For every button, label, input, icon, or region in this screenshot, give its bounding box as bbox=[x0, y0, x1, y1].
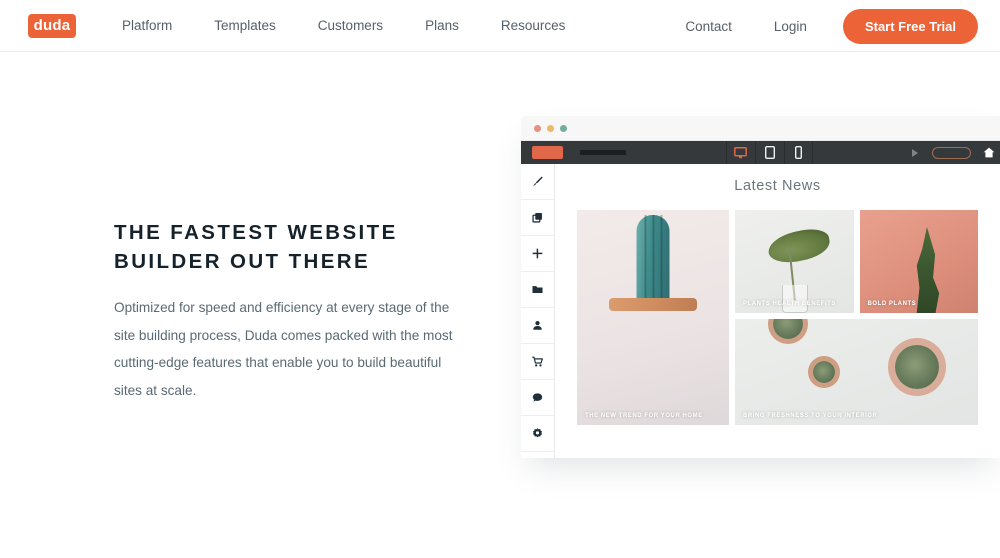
nav-item-contact[interactable]: Contact bbox=[685, 19, 732, 34]
glass-vase-shape bbox=[782, 285, 809, 313]
news-card-plants-health[interactable]: PLANTS HEALTH BENEFITS bbox=[735, 210, 854, 313]
terracotta-pot-shape bbox=[614, 307, 692, 391]
news-card-cactus[interactable]: THE NEW TREND FOR YOUR HOME bbox=[577, 210, 729, 425]
minimize-dot bbox=[547, 124, 554, 132]
page-title: THE FASTEST WEBSITE BUILDER OUT THERE bbox=[114, 221, 398, 274]
pages-layers-icon[interactable] bbox=[521, 200, 554, 236]
home-icon[interactable] bbox=[983, 147, 995, 158]
device-switcher bbox=[725, 141, 813, 164]
duda-logo[interactable]: duda bbox=[28, 13, 76, 38]
news-card-caption: PLANTS HEALTH BENEFITS bbox=[743, 301, 836, 307]
store-cart-icon[interactable] bbox=[521, 344, 554, 380]
start-free-trial-button[interactable]: Start Free Trial bbox=[842, 8, 978, 44]
design-brush-icon[interactable] bbox=[521, 164, 554, 200]
close-dot bbox=[534, 124, 541, 132]
toolbar-right-actions bbox=[912, 146, 1000, 159]
settings-gear-icon[interactable] bbox=[521, 416, 554, 452]
leaf-illustration bbox=[766, 225, 833, 266]
editor-body: Latest News THE NEW TREND FOR YOUR HOME … bbox=[521, 164, 1000, 458]
toolbar-site-name bbox=[580, 150, 626, 155]
cactus-body-shape bbox=[636, 215, 670, 307]
primary-nav: Platform Templates Customers Plans Resou… bbox=[122, 18, 607, 33]
succulent-illustration bbox=[773, 319, 803, 339]
news-grid-top-row: PLANTS HEALTH BENEFITS BOLD PLANTS bbox=[735, 210, 978, 313]
publish-button[interactable] bbox=[932, 146, 971, 159]
nav-item-resources[interactable]: Resources bbox=[501, 18, 566, 33]
members-person-icon[interactable] bbox=[521, 308, 554, 344]
maximize-dot bbox=[560, 124, 567, 132]
cactus-illustration bbox=[577, 210, 729, 425]
files-folder-icon[interactable] bbox=[521, 272, 554, 308]
succulent-illustration bbox=[813, 361, 835, 383]
cactus-rib bbox=[660, 215, 662, 307]
tablet-view-icon[interactable] bbox=[754, 141, 784, 164]
logo-text: duda bbox=[33, 17, 71, 34]
secondary-nav: Contact Login Start Free Trial bbox=[643, 0, 978, 52]
news-card-caption: THE NEW TREND FOR YOUR HOME bbox=[585, 413, 703, 419]
play-icon[interactable] bbox=[912, 148, 918, 157]
cactus-rib bbox=[652, 215, 654, 307]
news-card-caption: BRING FRESHNESS TO YOUR INTERIOR bbox=[743, 413, 878, 419]
news-grid-left-column: THE NEW TREND FOR YOUR HOME bbox=[577, 210, 729, 425]
nav-item-login[interactable]: Login bbox=[774, 19, 807, 34]
desktop-view-icon[interactable] bbox=[725, 141, 755, 164]
site-header: duda Platform Templates Customers Plans … bbox=[0, 0, 1000, 52]
nav-item-templates[interactable]: Templates bbox=[214, 18, 276, 33]
cactus-rib bbox=[644, 215, 646, 307]
editor-sidebar bbox=[521, 164, 555, 458]
latest-news-heading: Latest News bbox=[734, 178, 821, 194]
nav-item-plans[interactable]: Plans bbox=[425, 18, 459, 33]
succulent-illustration bbox=[895, 345, 939, 389]
news-grid-right-column: PLANTS HEALTH BENEFITS BOLD PLANTS BRING… bbox=[735, 210, 978, 425]
hero-description: Optimized for speed and efficiency at ev… bbox=[114, 300, 453, 398]
editor-toolbar bbox=[521, 141, 1000, 164]
editor-mockup: Latest News THE NEW TREND FOR YOUR HOME … bbox=[521, 116, 1000, 458]
news-card-bold-plants[interactable]: BOLD PLANTS bbox=[859, 210, 978, 313]
nav-item-customers[interactable]: Customers bbox=[318, 18, 383, 33]
news-grid: THE NEW TREND FOR YOUR HOME PLANTS HEALT… bbox=[577, 210, 978, 425]
toolbar-brand-button[interactable] bbox=[532, 146, 563, 159]
add-plus-icon[interactable] bbox=[521, 236, 554, 272]
nav-item-platform[interactable]: Platform bbox=[122, 18, 172, 33]
news-card-caption: BOLD PLANTS bbox=[867, 301, 917, 307]
hero-copy: THE FASTEST WEBSITE BUILDER OUT THERE Op… bbox=[114, 218, 464, 405]
editor-canvas: Latest News THE NEW TREND FOR YOUR HOME … bbox=[555, 164, 1000, 458]
mockup-titlebar bbox=[521, 116, 1000, 141]
chat-bubble-icon[interactable] bbox=[521, 380, 554, 416]
mobile-view-icon[interactable] bbox=[783, 141, 813, 164]
news-card-succulents[interactable]: BRING FRESHNESS TO YOUR INTERIOR bbox=[735, 319, 978, 425]
